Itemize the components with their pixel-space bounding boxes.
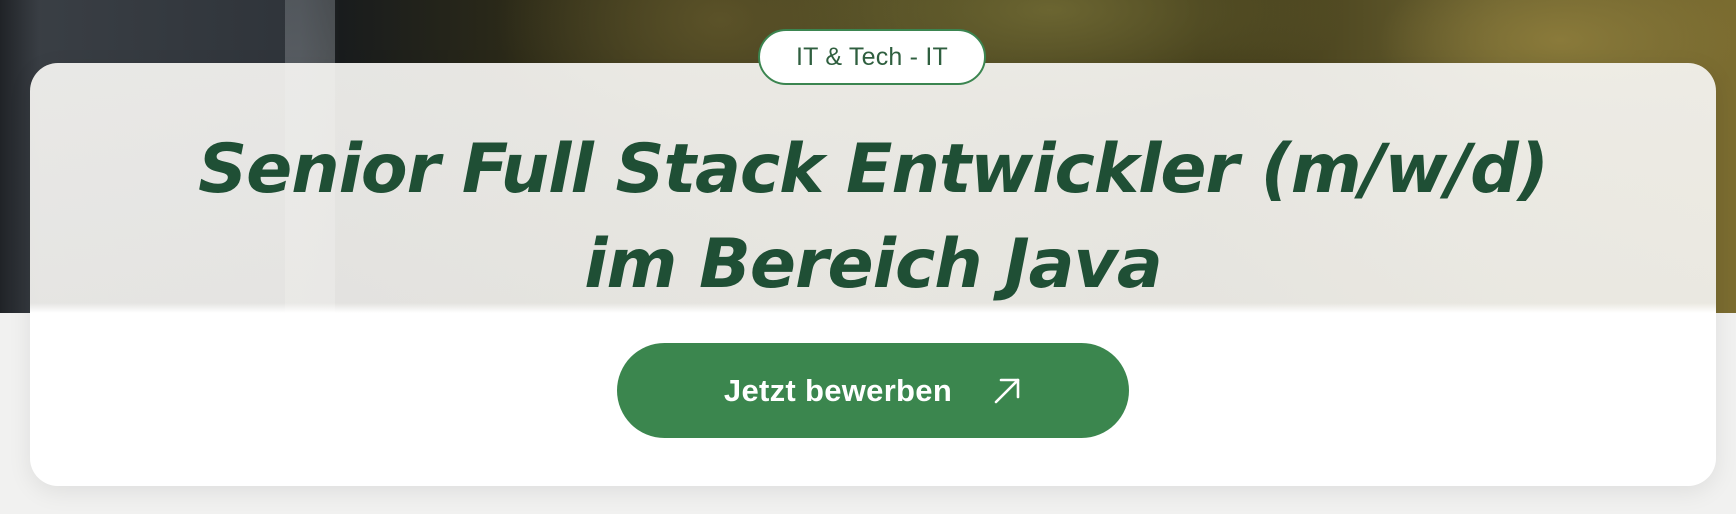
arrow-up-right-icon <box>992 376 1022 406</box>
job-category-badge: IT & Tech - IT <box>758 29 986 85</box>
job-title: Senior Full Stack Entwickler (m/w/d) im … <box>30 122 1716 312</box>
apply-now-label: Jetzt bewerben <box>723 372 953 408</box>
job-title-line-1: Senior Full Stack Entwickler (m/w/d) <box>198 130 1549 209</box>
job-title-line-2: im Bereich Java <box>584 225 1163 304</box>
apply-now-button[interactable]: Jetzt bewerben <box>617 343 1129 438</box>
